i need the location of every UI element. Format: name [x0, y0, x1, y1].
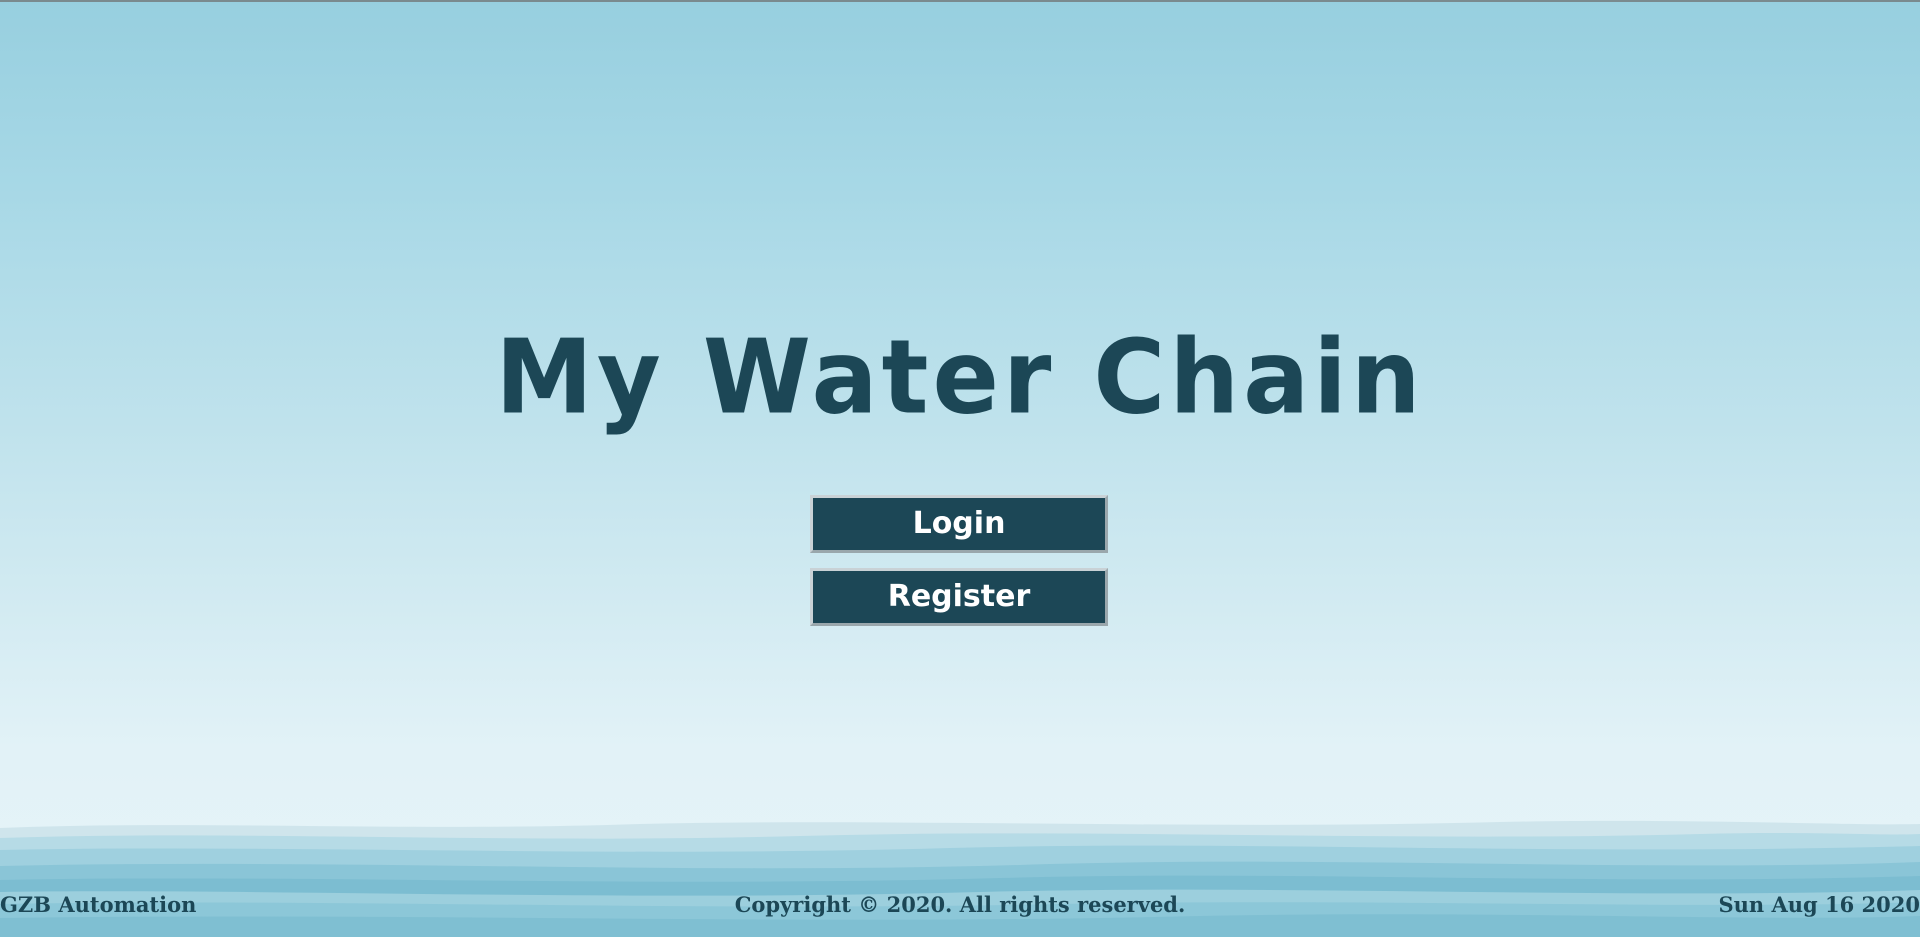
footer: GZB Automation Copyright © 2020. All rig… [0, 892, 1920, 922]
login-button[interactable]: Login [810, 495, 1108, 553]
footer-date: Sun Aug 16 2020 [1718, 892, 1920, 917]
footer-copyright: Copyright © 2020. All rights reserved. [734, 892, 1186, 917]
top-border-line [0, 0, 1920, 2]
app-title: My Water Chain [495, 318, 1425, 438]
register-button[interactable]: Register [810, 568, 1108, 626]
